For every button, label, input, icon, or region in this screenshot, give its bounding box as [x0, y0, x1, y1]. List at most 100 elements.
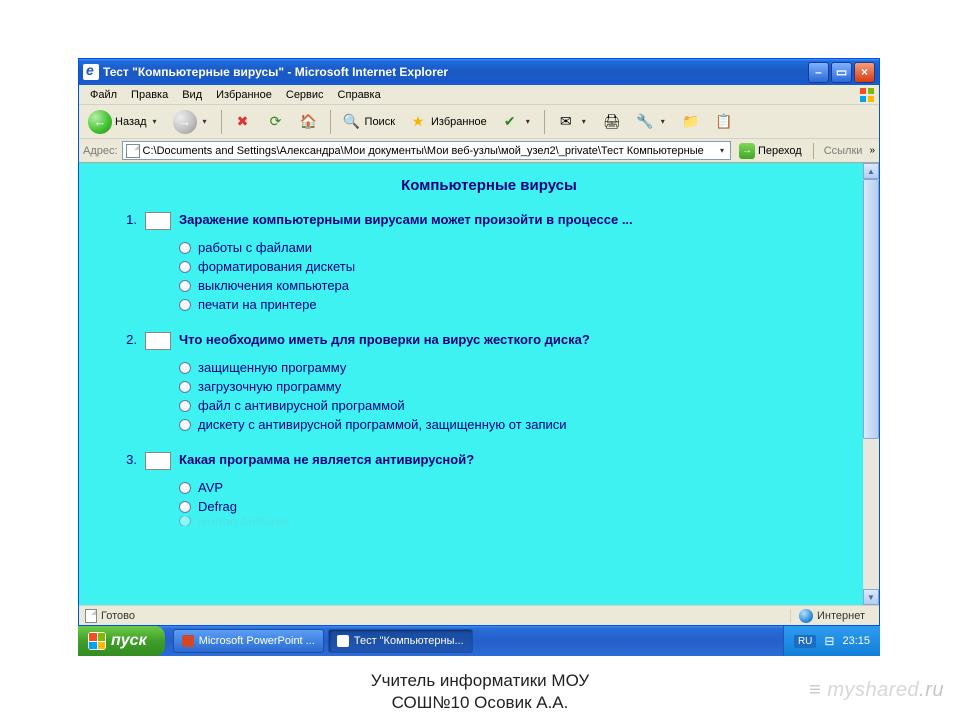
chevron-right-icon[interactable]: » [869, 145, 875, 156]
option-item[interactable]: Norton Antivirus [179, 516, 859, 526]
search-button[interactable]: 🔍Поиск [337, 109, 400, 135]
question-row: 1. Заражение компьютерными вирусами може… [119, 212, 859, 230]
zone-text: Интернет [817, 610, 865, 622]
question-row: 3. Какая программа не является антивирус… [119, 452, 859, 470]
scroll-up-button[interactable]: ▲ [863, 163, 879, 179]
option-item[interactable]: печати на принтере [179, 295, 859, 314]
options-list: работы с файламиформатирования дискетывы… [179, 238, 859, 314]
star-icon: ★ [408, 112, 428, 132]
chevron-down-icon[interactable]: ▾ [717, 146, 727, 155]
option-item[interactable]: выключения компьютера [179, 276, 859, 295]
system-tray[interactable]: RU ⊟ 23:15 [783, 626, 880, 656]
forward-button[interactable]: → ▾ [168, 109, 215, 135]
menubar: Файл Правка Вид Избранное Сервис Справка [79, 85, 879, 105]
home-button[interactable]: 🏠 [294, 109, 324, 135]
taskbar-item-ie[interactable]: Тест "Компьютерны... [328, 629, 473, 653]
option-label: дискету с антивирусной программой, защищ… [198, 417, 567, 432]
research-icon: 📋 [714, 112, 734, 132]
links-label[interactable]: Ссылки [821, 145, 866, 157]
option-item[interactable]: дискету с антивирусной программой, защищ… [179, 415, 859, 434]
address-text: C:\Documents and Settings\Александра\Мои… [143, 145, 704, 157]
globe-icon [799, 609, 813, 623]
radio-icon[interactable] [179, 242, 191, 254]
back-label: Назад [115, 116, 147, 128]
separator [330, 110, 331, 134]
page-icon [85, 609, 97, 623]
menu-favorites[interactable]: Избранное [209, 87, 279, 103]
option-label: AVP [198, 480, 223, 495]
taskbar-item-powerpoint[interactable]: Microsoft PowerPoint ... [173, 629, 324, 653]
option-item[interactable]: Defrag [179, 497, 859, 516]
option-item[interactable]: загрузочную программу [179, 377, 859, 396]
question-text: Заражение компьютерными вирусами может п… [179, 212, 633, 227]
edit-button[interactable]: 🔧▾ [630, 109, 673, 135]
close-button[interactable]: × [854, 62, 875, 83]
start-button[interactable]: пуск [78, 626, 165, 656]
option-item[interactable]: AVP [179, 478, 859, 497]
mail-icon: ✉ [556, 112, 576, 132]
language-indicator[interactable]: RU [794, 635, 816, 648]
scroll-down-button[interactable]: ▼ [863, 589, 879, 605]
address-bar: Адрес: C:\Documents and Settings\Алексан… [79, 139, 879, 163]
option-label: защищенную программу [198, 360, 346, 375]
option-item[interactable]: файл с антивирусной программой [179, 396, 859, 415]
answer-input[interactable] [145, 332, 171, 350]
radio-icon[interactable] [179, 362, 191, 374]
radio-icon[interactable] [179, 280, 191, 292]
favorites-button[interactable]: ★Избранное [403, 109, 492, 135]
research-button[interactable]: 📋 [709, 109, 739, 135]
radio-icon[interactable] [179, 482, 191, 494]
radio-icon[interactable] [179, 419, 191, 431]
maximize-button[interactable]: ▭ [831, 62, 852, 83]
option-item[interactable]: форматирования дискеты [179, 257, 859, 276]
folder-icon: 📁 [681, 112, 701, 132]
radio-icon[interactable] [179, 299, 191, 311]
question-row: 2. Что необходимо иметь для проверки на … [119, 332, 859, 350]
option-item[interactable]: защищенную программу [179, 358, 859, 377]
toolbar: ← Назад ▾ → ▾ ✖ ⟳ 🏠 🔍Поиск ★Избранное ✔▾… [79, 105, 879, 139]
menu-help[interactable]: Справка [331, 87, 388, 103]
question-number: 2. [119, 332, 137, 347]
discuss-button[interactable]: 📁 [676, 109, 706, 135]
option-item[interactable]: работы с файлами [179, 238, 859, 257]
mail-button[interactable]: ✉▾ [551, 109, 594, 135]
answer-input[interactable] [145, 452, 171, 470]
go-label: Переход [758, 145, 802, 157]
menu-file[interactable]: Файл [83, 87, 124, 103]
clock[interactable]: 23:15 [842, 635, 870, 647]
options-list: защищенную программу загрузочную программ… [179, 358, 859, 434]
favorites-label: Избранное [431, 116, 487, 128]
print-icon: 🖨 [602, 112, 622, 132]
stop-button[interactable]: ✖ [228, 109, 258, 135]
menu-tools[interactable]: Сервис [279, 87, 331, 103]
minimize-button[interactable]: – [808, 62, 829, 83]
chevron-down-icon: ▾ [579, 117, 589, 126]
windows-flag-icon [859, 87, 875, 103]
ie-icon [337, 635, 349, 647]
menu-view[interactable]: Вид [175, 87, 209, 103]
status-bar: Готово Интернет [79, 605, 879, 625]
back-button[interactable]: ← Назад ▾ [83, 109, 165, 135]
menu-edit[interactable]: Правка [124, 87, 175, 103]
back-icon: ← [88, 110, 112, 134]
history-button[interactable]: ✔▾ [495, 109, 538, 135]
question-number: 1. [119, 212, 137, 227]
radio-icon[interactable] [179, 516, 191, 526]
scroll-thumb[interactable] [863, 179, 879, 439]
address-input[interactable]: C:\Documents and Settings\Александра\Мои… [122, 141, 731, 160]
taskbar-item-label: Тест "Компьютерны... [354, 635, 464, 647]
taskbar: пуск Microsoft PowerPoint ... Тест "Комп… [78, 626, 880, 656]
question-text: Что необходимо иметь для проверки на вир… [179, 332, 590, 347]
titlebar[interactable]: Тест "Компьютерные вирусы" - Microsoft I… [79, 59, 879, 85]
radio-icon[interactable] [179, 381, 191, 393]
tray-icon[interactable]: ⊟ [824, 634, 834, 648]
radio-icon[interactable] [179, 400, 191, 412]
print-button[interactable]: 🖨 [597, 109, 627, 135]
radio-icon[interactable] [179, 501, 191, 513]
question-number: 3. [119, 452, 137, 467]
answer-input[interactable] [145, 212, 171, 230]
scrollbar[interactable]: ▲ ▼ [863, 163, 879, 605]
refresh-button[interactable]: ⟳ [261, 109, 291, 135]
go-button[interactable]: → Переход [735, 141, 806, 161]
radio-icon[interactable] [179, 261, 191, 273]
